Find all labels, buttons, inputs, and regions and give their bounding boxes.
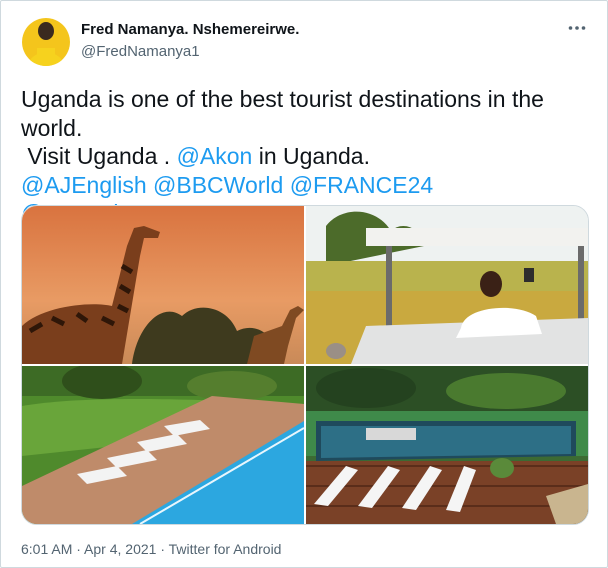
display-name[interactable]: Fred Namanya. Nshemereirwe. xyxy=(81,21,299,38)
more-dots-graphic xyxy=(568,26,586,30)
media-grid xyxy=(21,205,589,525)
tweet-card[interactable]: Fred Namanya. Nshemereirwe. @FredNamanya… xyxy=(0,0,608,568)
meta-separator: · xyxy=(72,541,85,557)
more-horizontal-icon[interactable] xyxy=(563,18,591,38)
mention-ajenglish[interactable]: @AJEnglish xyxy=(21,172,147,198)
tweet-date[interactable]: Apr 4, 2021 xyxy=(84,541,156,557)
photo-giraffe-sunset[interactable] xyxy=(22,206,304,364)
tweet-line-2-suffix: in Uganda. xyxy=(252,143,370,169)
infinity-pool-deck-image xyxy=(306,366,588,524)
giraffe-sunset-image xyxy=(22,206,304,364)
avatar[interactable] xyxy=(22,18,70,66)
photo-safari-vehicle[interactable] xyxy=(306,206,588,364)
mention-bbcworld[interactable]: @BBCWorld xyxy=(153,172,283,198)
avatar-image xyxy=(22,18,70,66)
tweet-time[interactable]: 6:01 AM xyxy=(21,541,72,557)
tweet-source[interactable]: Twitter for Android xyxy=(169,541,282,557)
tweet-line-1: Uganda is one of the best tourist destin… xyxy=(21,86,551,141)
photo-pool-lawn[interactable] xyxy=(22,366,304,524)
tweet-line-2-prefix: Visit Uganda . xyxy=(21,143,177,169)
mention-france24[interactable]: @FRANCE24 xyxy=(290,172,434,198)
mention-akon[interactable]: @Akon xyxy=(177,143,253,169)
pool-lawn-image xyxy=(22,366,304,524)
user-handle[interactable]: @FredNamanya1 xyxy=(81,43,200,60)
meta-separator: · xyxy=(156,541,169,557)
tweet-meta: 6:01 AM · Apr 4, 2021 · Twitter for Andr… xyxy=(21,541,281,557)
photo-infinity-pool-deck[interactable] xyxy=(306,366,588,524)
safari-vehicle-image xyxy=(306,206,588,364)
